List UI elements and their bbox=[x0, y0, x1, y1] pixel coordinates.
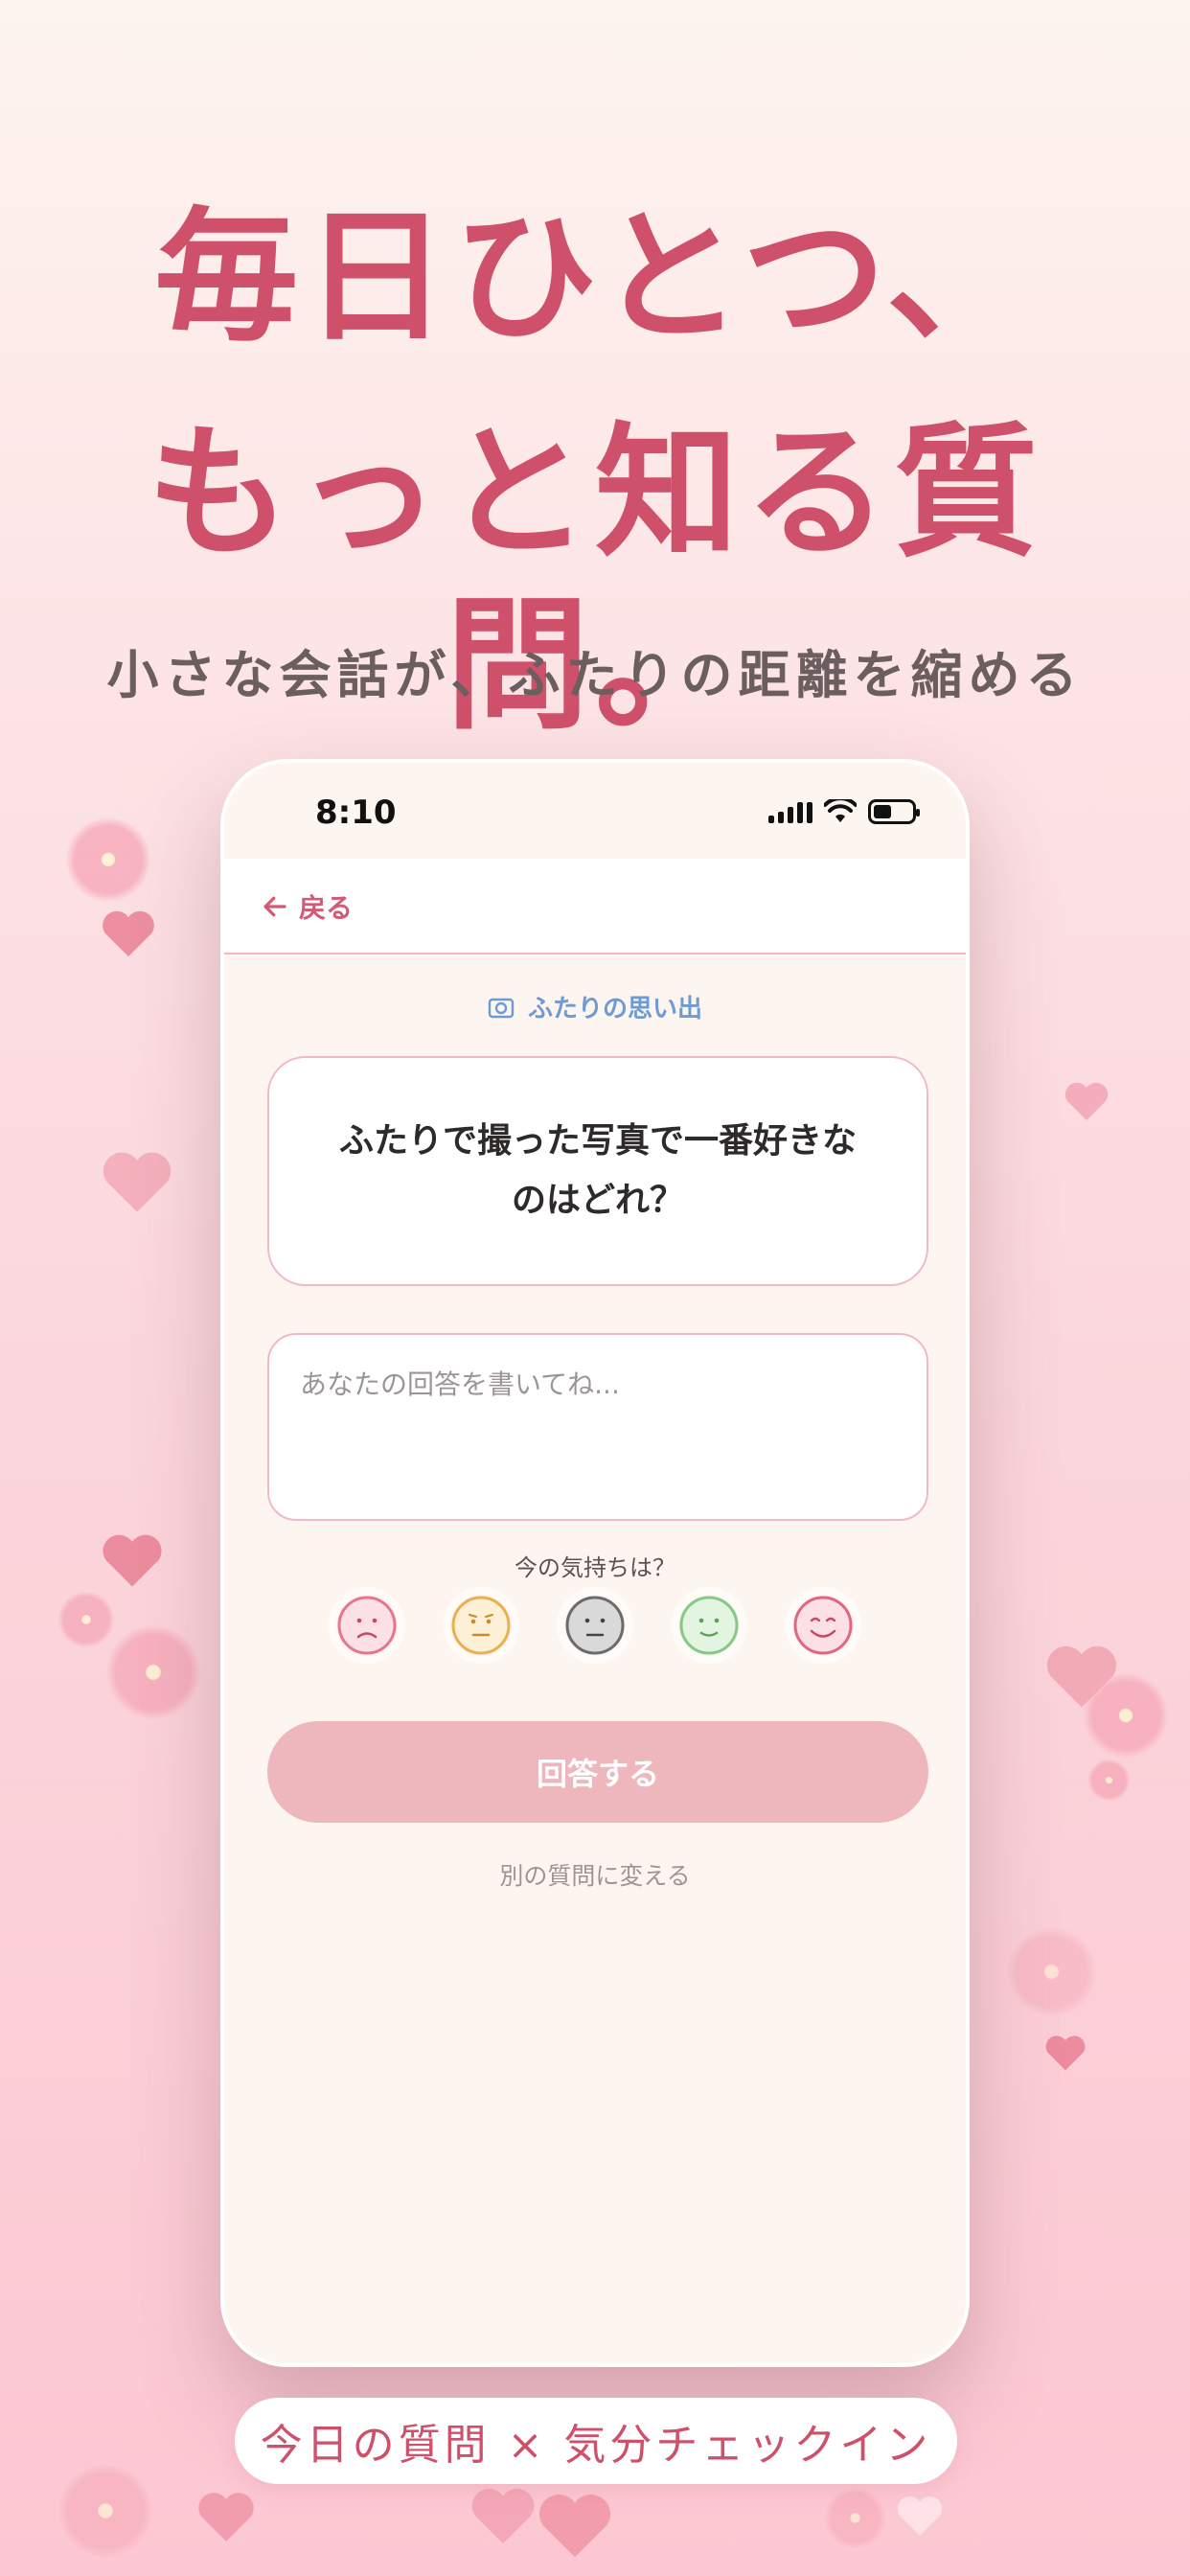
heart-decoration bbox=[196, 2487, 256, 2546]
question-category-label: ふたりの思い出 bbox=[527, 995, 702, 1024]
status-icons bbox=[768, 799, 920, 824]
question-text: ふたりで撮った写真で一番好きなのはどれ？ bbox=[338, 1121, 857, 1220]
sad-face-icon bbox=[337, 1596, 397, 1655]
heart-decoration bbox=[896, 2492, 944, 2540]
battery-icon bbox=[868, 799, 920, 824]
status-time: 8:10 bbox=[315, 794, 397, 832]
question-category: ふたりの思い出 bbox=[224, 989, 966, 1024]
mood-neutral-button[interactable] bbox=[564, 1595, 626, 1656]
heart-decoration bbox=[1064, 1078, 1110, 1124]
worried-face-icon bbox=[451, 1596, 511, 1655]
heart-decoration bbox=[101, 906, 156, 961]
heart-decoration bbox=[1044, 2032, 1087, 2074]
flower-decoration bbox=[65, 816, 151, 903]
mood-selector bbox=[224, 1595, 966, 1656]
mood-sad-button[interactable] bbox=[336, 1595, 398, 1656]
camera-icon bbox=[488, 998, 515, 1018]
feature-pill: 今日の質問 × 気分チェックイン bbox=[235, 2398, 957, 2484]
flower-decoration bbox=[824, 2487, 886, 2549]
flower-decoration bbox=[1087, 1759, 1131, 1802]
mood-worried-button[interactable] bbox=[450, 1595, 512, 1656]
heart-decoration bbox=[101, 1145, 173, 1218]
submit-answer-button[interactable]: 回答する bbox=[267, 1721, 928, 1823]
promo-subheadline: 小さな会話が、ふたりの距離を縮める bbox=[106, 645, 1084, 705]
flower-decoration bbox=[57, 2463, 153, 2559]
flower-decoration bbox=[57, 1591, 115, 1648]
phone-mockup: 8:10 戻る ふたりの思い出 ふたりで撮った写真で一番好きなのはどれ？ あなた… bbox=[220, 759, 970, 2367]
signal-icon bbox=[768, 800, 812, 823]
back-button[interactable]: 戻る bbox=[261, 887, 353, 926]
flower-decoration bbox=[1006, 1926, 1097, 2017]
back-button-label: 戻る bbox=[299, 892, 354, 924]
answer-input[interactable] bbox=[267, 1333, 928, 1521]
question-card: ふたりで撮った写真で一番好きなのはどれ？ bbox=[267, 1056, 928, 1286]
neutral-face-icon bbox=[565, 1596, 625, 1655]
promo-headline-line1: 毎日ひとつ、 bbox=[154, 195, 1036, 361]
nav-bar: 戻る bbox=[224, 859, 966, 954]
calm-face-icon bbox=[679, 1596, 739, 1655]
feature-pill-label: 今日の質問 × 気分チェックイン bbox=[260, 2421, 932, 2470]
wifi-icon bbox=[824, 799, 857, 822]
change-question-link[interactable]: 別の質問に変える bbox=[224, 1857, 966, 1892]
status-bar: 8:10 bbox=[224, 763, 966, 859]
happy-face-icon bbox=[793, 1596, 853, 1655]
heart-decoration bbox=[469, 2482, 537, 2549]
heart-decoration bbox=[537, 2487, 613, 2564]
arrow-left-icon bbox=[263, 896, 286, 917]
flower-decoration bbox=[1083, 1672, 1169, 1759]
mood-calm-button[interactable] bbox=[678, 1595, 740, 1656]
mood-happy-button[interactable] bbox=[792, 1595, 854, 1656]
flower-decoration bbox=[105, 1624, 201, 1720]
mood-label: 今の気持ちは？ bbox=[515, 1554, 675, 1581]
heart-decoration bbox=[101, 1529, 164, 1592]
